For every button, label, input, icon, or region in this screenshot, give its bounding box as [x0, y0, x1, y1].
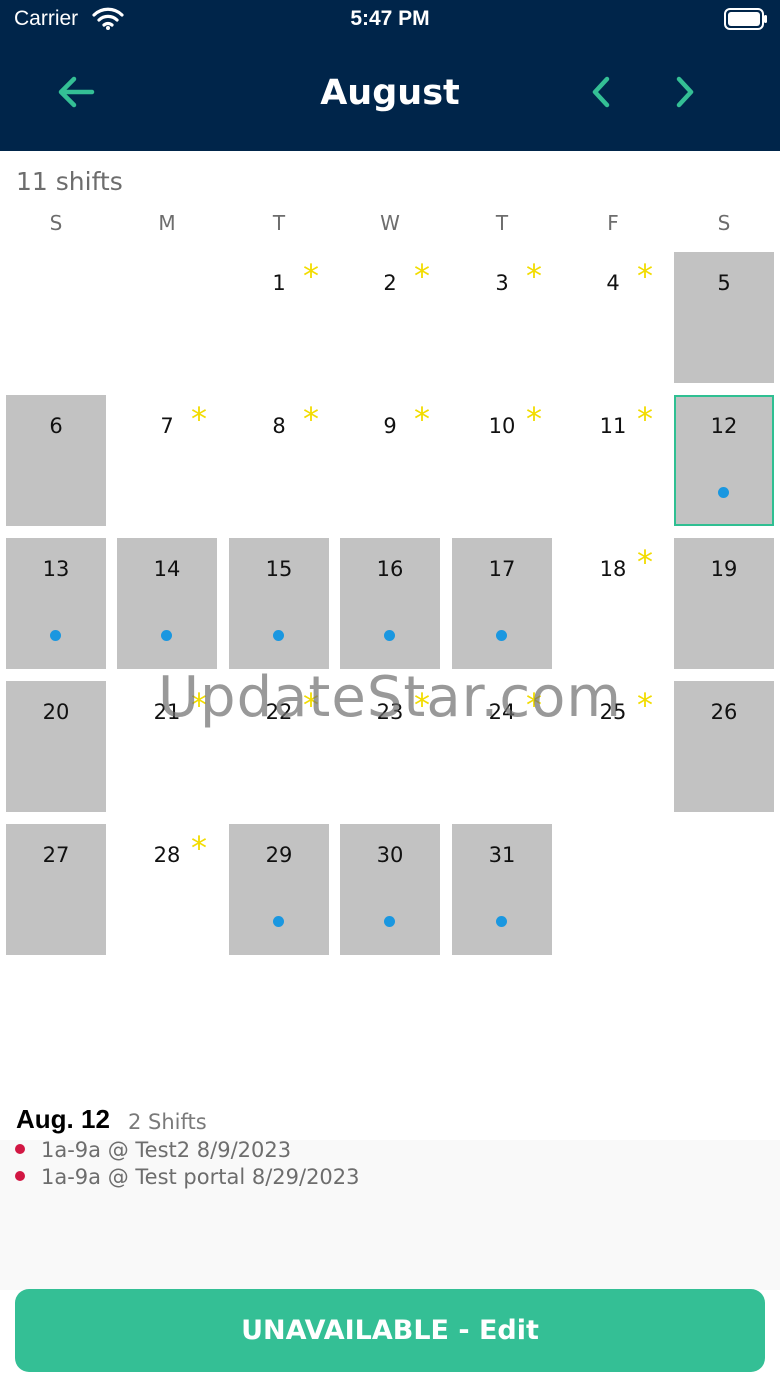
weekday-label: T [272, 211, 286, 235]
weekday-label: T [495, 211, 509, 235]
day-number: 12 [710, 414, 738, 438]
clock-time: 5:47 PM [350, 7, 430, 30]
calendar-day-27[interactable]: 27 [6, 824, 106, 955]
star-icon: * [414, 686, 430, 724]
shift-dot-icon [50, 630, 61, 641]
calendar-day-14[interactable]: 14 [117, 538, 217, 669]
calendar-day-7[interactable]: 7 * [117, 395, 217, 526]
shift-list-panel [0, 1140, 780, 1290]
shift-dot-icon [384, 630, 395, 641]
star-icon: * [637, 686, 653, 724]
chevron-right-icon [676, 76, 694, 108]
star-icon: * [191, 400, 207, 438]
shift-dot-icon [496, 916, 507, 927]
day-number: 5 [717, 271, 731, 295]
day-number: 27 [42, 843, 70, 867]
star-icon: * [303, 686, 319, 724]
calendar-day-30[interactable]: 30 [340, 824, 440, 955]
calendar-day-15[interactable]: 15 [229, 538, 329, 669]
star-icon: * [414, 257, 430, 295]
star-icon: * [637, 400, 653, 438]
shift-dot-icon [718, 487, 729, 498]
day-number: 16 [376, 557, 404, 581]
calendar-day-10[interactable]: 10 * [452, 395, 552, 526]
selected-date-shift-count: 2 Shifts [128, 1110, 207, 1134]
weekday-label: M [158, 211, 176, 235]
star-icon: * [526, 400, 542, 438]
shift-dot-icon [496, 630, 507, 641]
calendar-day-1[interactable]: 1 * [229, 252, 329, 383]
calendar-day-2[interactable]: 2 * [340, 252, 440, 383]
day-number: 26 [710, 700, 738, 724]
calendar-day-25[interactable]: 25 * [563, 681, 663, 812]
shift-item-text: 1a-9a @ Test2 8/9/2023 [41, 1138, 292, 1162]
calendar-day-5[interactable]: 5 [674, 252, 774, 383]
star-icon: * [303, 257, 319, 295]
calendar-day-11[interactable]: 11 * [563, 395, 663, 526]
star-icon: * [191, 829, 207, 867]
shift-dot-icon [273, 916, 284, 927]
battery-icon [724, 8, 767, 30]
unavailable-edit-button[interactable]: UNAVAILABLE - Edit [15, 1289, 765, 1372]
chevron-left-icon [592, 76, 610, 108]
bullet-icon [15, 1171, 25, 1181]
calendar-day-4[interactable]: 4 * [563, 252, 663, 383]
calendar-day-22[interactable]: 22 * [229, 681, 329, 812]
calendar-day-12[interactable]: 12 [674, 395, 774, 526]
day-number: 17 [488, 557, 516, 581]
star-icon: * [414, 400, 430, 438]
day-number: 29 [265, 843, 293, 867]
star-icon: * [526, 686, 542, 724]
shift-list-item[interactable]: 1a-9a @ Test portal 8/29/2023 [15, 1165, 360, 1189]
calendar-day-3[interactable]: 3 * [452, 252, 552, 383]
calendar-day-28[interactable]: 28 * [117, 824, 217, 955]
calendar-day-29[interactable]: 29 [229, 824, 329, 955]
shift-item-text: 1a-9a @ Test portal 8/29/2023 [41, 1165, 360, 1189]
previous-month-button[interactable] [577, 68, 625, 116]
calendar-day-18[interactable]: 18 * [563, 538, 663, 669]
weekday-label: S [49, 211, 63, 235]
shift-dot-icon [384, 916, 395, 927]
day-number: 13 [42, 557, 70, 581]
day-number: 6 [49, 414, 63, 438]
calendar-day-19[interactable]: 19 [674, 538, 774, 669]
shift-dot-icon [273, 630, 284, 641]
calendar-day-20[interactable]: 20 [6, 681, 106, 812]
calendar-day-8[interactable]: 8 * [229, 395, 329, 526]
star-icon: * [637, 543, 653, 581]
day-number: 30 [376, 843, 404, 867]
star-icon: * [637, 257, 653, 295]
bullet-icon [15, 1144, 25, 1154]
calendar-day-21[interactable]: 21 * [117, 681, 217, 812]
shift-dot-icon [161, 630, 172, 641]
calendar-day-24[interactable]: 24 * [452, 681, 552, 812]
calendar-day-23[interactable]: 23 * [340, 681, 440, 812]
nav-bar: August [0, 40, 780, 151]
day-number: 15 [265, 557, 293, 581]
calendar-day-26[interactable]: 26 [674, 681, 774, 812]
weekday-label: W [380, 211, 400, 235]
calendar-day-31[interactable]: 31 [452, 824, 552, 955]
weekday-label: F [607, 211, 619, 235]
weekday-label: S [717, 211, 731, 235]
day-number: 20 [42, 700, 70, 724]
calendar-day-16[interactable]: 16 [340, 538, 440, 669]
calendar-day-6[interactable]: 6 [6, 395, 106, 526]
star-icon: * [303, 400, 319, 438]
day-number: 19 [710, 557, 738, 581]
calendar-day-13[interactable]: 13 [6, 538, 106, 669]
day-number: 14 [153, 557, 181, 581]
star-icon: * [526, 257, 542, 295]
calendar-day-17[interactable]: 17 [452, 538, 552, 669]
selected-date-label: Aug. 12 [16, 1104, 110, 1134]
day-number: 31 [488, 843, 516, 867]
shift-list-item[interactable]: 1a-9a @ Test2 8/9/2023 [15, 1138, 291, 1162]
shift-count-label: 11 shifts [16, 167, 123, 196]
next-month-button[interactable] [661, 68, 709, 116]
status-bar: Carrier 5:47 PM [0, 0, 780, 40]
star-icon: * [191, 686, 207, 724]
calendar-day-9[interactable]: 9 * [340, 395, 440, 526]
